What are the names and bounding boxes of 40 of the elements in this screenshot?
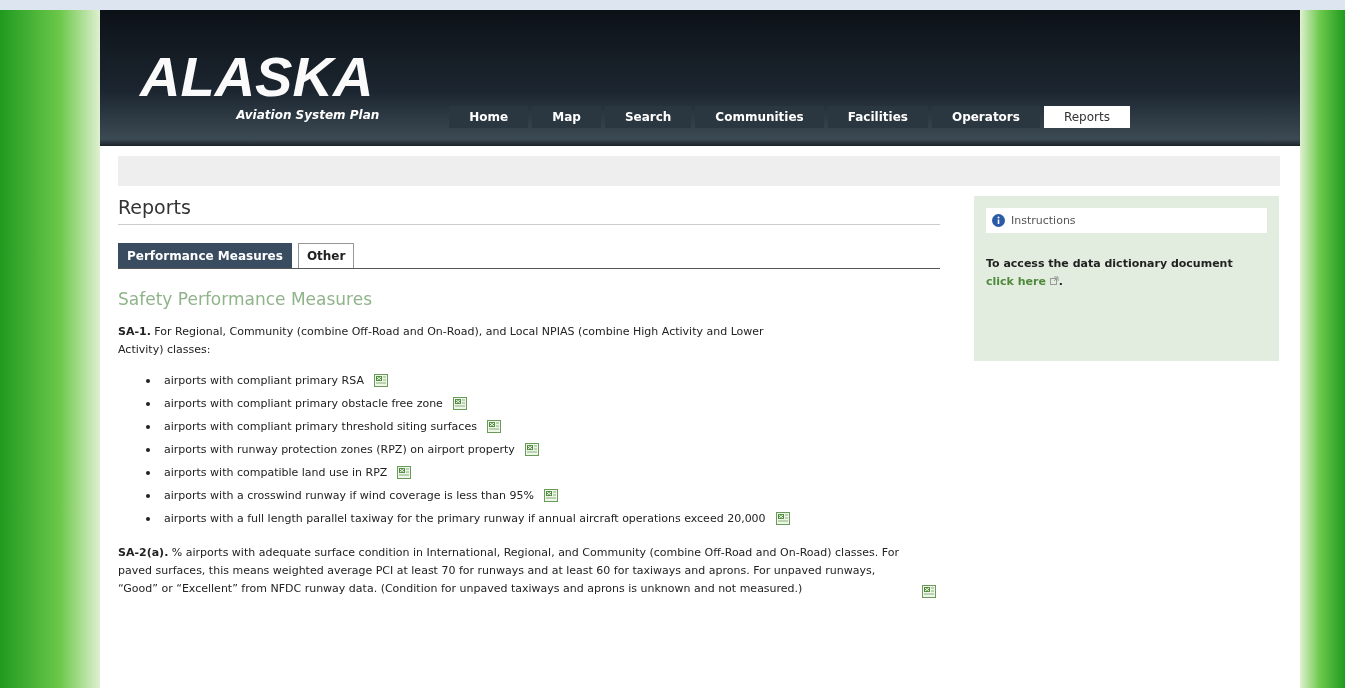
- list-item: airports with compatible land use in RPZ: [164, 465, 388, 481]
- nav-tab[interactable]: Home: [449, 106, 529, 128]
- bullet-icon: [146, 493, 150, 498]
- bullet-icon: [146, 516, 150, 521]
- tab[interactable]: Performance Measures: [118, 243, 292, 268]
- nav-tab[interactable]: Reports: [1043, 106, 1130, 128]
- bullet-icon: [146, 378, 150, 383]
- measure-text: SA-2(a). % airports with adequate surface condition in International, Regional, and Community (combine Off-Road and On-Road) classes. For paved surfaces, this means weighted average PCI at least 70 for runways and at least 60 for taxiways and aprons. For unpaved runways, “Good” or “Excellent” from NFDC runway data. (Condition for unpaved taxiways and aprons is unknown and not measured.): [118, 545, 900, 597]
- list-item: airports with compliant primary obstacle free zone: [164, 396, 443, 412]
- nav-tab[interactable]: Communities: [695, 106, 824, 128]
- nav-tab[interactable]: Facilities: [827, 106, 928, 128]
- bullet-icon: [146, 424, 150, 429]
- bullet-icon: [146, 447, 150, 452]
- nav-tab[interactable]: Operators: [931, 106, 1040, 128]
- nav-tab[interactable]: Map: [532, 106, 601, 128]
- info-icon: [992, 214, 1005, 227]
- bullet-icon: [146, 401, 150, 406]
- bullet-icon: [146, 470, 150, 475]
- tab[interactable]: Other: [297, 243, 355, 268]
- logo[interactable]: ALASKA Aviation System Plan: [140, 46, 380, 122]
- list-item: airports with runway protection zones (RPZ) on airport property: [164, 442, 515, 458]
- nav-tab[interactable]: Search: [604, 106, 692, 128]
- measure-text: SA-1. For Regional, Community (combine Off-Road and On-Road), and Local NPIAS (combine High Activity and Lower Activity) classes:: [118, 324, 765, 358]
- spreadsheet-icon[interactable]: [486, 420, 501, 433]
- list-item: airports with compliant primary RSA: [164, 373, 364, 389]
- spreadsheet-icon[interactable]: [397, 466, 412, 479]
- list-item: airports with a crosswind runway if wind coverage is less than 95%: [164, 488, 534, 504]
- list-item: airports with compliant primary threshold siting surfaces: [164, 419, 477, 435]
- spreadsheet-icon[interactable]: [524, 443, 539, 456]
- external-link-icon: [1049, 276, 1059, 285]
- panel-title: Instructions: [1011, 214, 1076, 227]
- spreadsheet-icon[interactable]: [922, 585, 936, 598]
- list-item: airports with a full length parallel taxiway for the primary runway if annual aircraft operations exceed 20,000: [164, 511, 766, 527]
- spreadsheet-icon[interactable]: [543, 489, 558, 502]
- spreadsheet-icon[interactable]: [775, 512, 790, 525]
- section-title: Safety Performance Measures: [118, 289, 374, 309]
- instructions-text: To access the data dictionary document click here .: [986, 256, 1234, 290]
- spreadsheet-icon[interactable]: [452, 397, 467, 410]
- page-title: Reports: [118, 196, 940, 225]
- spreadsheet-icon[interactable]: [373, 374, 388, 387]
